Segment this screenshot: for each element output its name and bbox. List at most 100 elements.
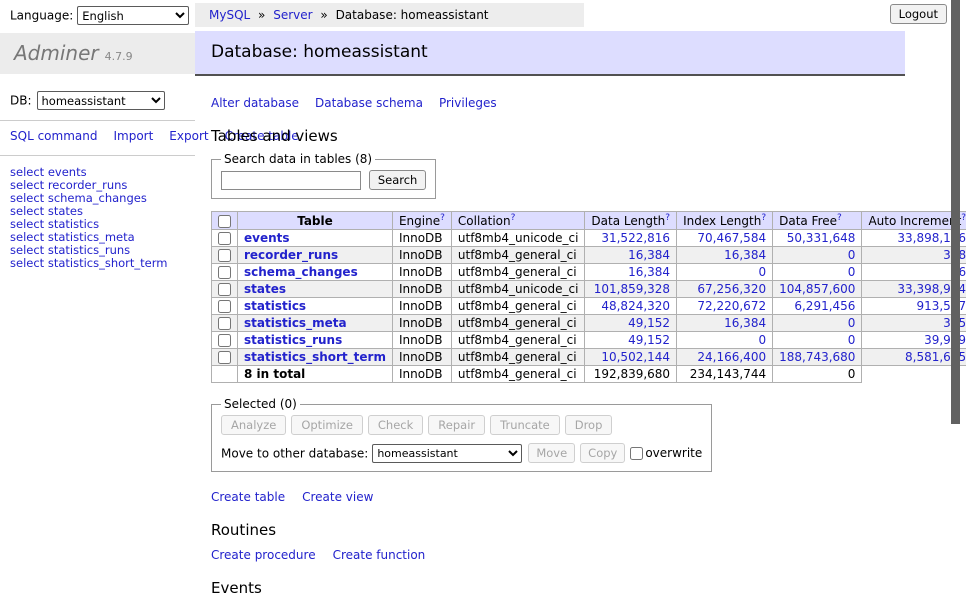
table-link[interactable]: states [244, 282, 286, 296]
cell-table-name: states [238, 281, 393, 298]
collation-help-icon[interactable]: ? [511, 213, 516, 223]
create-links: Create table Create view [211, 490, 905, 504]
breadcrumb-mysql-link[interactable]: MySQL [209, 8, 250, 22]
cell-data-free: 0 [773, 247, 862, 264]
data-free-link[interactable]: 50,331,648 [787, 231, 856, 245]
routine-links: Create procedure Create function [211, 548, 905, 562]
search-button[interactable]: Search [369, 170, 427, 190]
row-checkbox[interactable] [218, 232, 231, 245]
data-free-link[interactable]: 6,291,456 [794, 299, 855, 313]
cell-engine: InnoDB [392, 247, 451, 264]
table-link[interactable]: statistics_short_term [244, 350, 386, 364]
data-length-link[interactable]: 16,384 [628, 248, 670, 262]
table-link[interactable]: statistics_runs [244, 333, 342, 347]
index-length-link[interactable]: 24,166,400 [697, 350, 766, 364]
copy-button[interactable]: Copy [580, 443, 625, 463]
table-link[interactable]: statistics [244, 299, 306, 313]
data-free-help-icon[interactable]: ? [837, 213, 842, 223]
table-link[interactable]: statistics_meta [244, 316, 347, 330]
cell-engine: InnoDB [392, 230, 451, 247]
language-select[interactable]: English [77, 6, 189, 25]
index-length-link[interactable]: 16,384 [724, 316, 766, 330]
data-length-help-icon[interactable]: ? [665, 213, 670, 223]
index-length-link[interactable]: 16,384 [724, 248, 766, 262]
cell-data-length: 31,522,816 [585, 230, 677, 247]
breadcrumb-server-link[interactable]: Server [273, 8, 312, 22]
row-checkbox[interactable] [218, 317, 231, 330]
optimize-button[interactable]: Optimize [291, 415, 363, 435]
data-free-link[interactable]: 0 [848, 333, 856, 347]
create-procedure-link[interactable]: Create procedure [211, 548, 316, 562]
check-button[interactable]: Check [368, 415, 423, 435]
move-db-select[interactable]: homeassistant [372, 444, 522, 463]
data-length-link[interactable]: 10,502,144 [601, 350, 670, 364]
database-schema-link[interactable]: Database schema [315, 96, 423, 110]
sidebar-link-sql-command[interactable]: SQL command [10, 129, 97, 143]
repair-button[interactable]: Repair [428, 415, 485, 435]
drop-button[interactable]: Drop [565, 415, 613, 435]
cell-data-length: 16,384 [585, 247, 677, 264]
data-length-link[interactable]: 49,152 [628, 333, 670, 347]
index-length-help-icon[interactable]: ? [761, 213, 766, 223]
data-length-link[interactable]: 31,522,816 [601, 231, 670, 245]
select-all-checkbox[interactable] [218, 215, 231, 228]
data-length-link[interactable]: 49,152 [628, 316, 670, 330]
index-length-link[interactable]: 72,220,672 [697, 299, 766, 313]
row-checkbox[interactable] [218, 283, 231, 296]
search-input[interactable] [221, 171, 361, 190]
table-row: statistics_short_termInnoDButf8mb4_gener… [212, 349, 966, 366]
data-length-link[interactable]: 48,824,320 [601, 299, 670, 313]
row-checkbox[interactable] [218, 266, 231, 279]
move-button[interactable]: Move [528, 443, 575, 463]
analyze-button[interactable]: Analyze [221, 415, 286, 435]
create-table-link[interactable]: Create table [211, 490, 285, 504]
engine-help-icon[interactable]: ? [440, 213, 445, 223]
breadcrumb: MySQL » Server » Database: homeassistant [195, 3, 584, 27]
col-data-free: Data Free? [773, 212, 862, 230]
data-free-link[interactable]: 0 [848, 265, 856, 279]
cell-engine: InnoDB [392, 349, 451, 366]
alter-database-link[interactable]: Alter database [211, 96, 299, 110]
cell-index-length: 16,384 [677, 247, 773, 264]
create-view-link[interactable]: Create view [302, 490, 373, 504]
data-length-link[interactable]: 16,384 [628, 265, 670, 279]
database-action-links: Alter database Database schema Privileges [211, 96, 905, 110]
index-length-link[interactable]: 0 [758, 265, 766, 279]
sidebar-select-link[interactable]: select statistics_short_term [10, 257, 185, 270]
logout-button[interactable]: Logout [890, 4, 947, 24]
create-function-link[interactable]: Create function [333, 548, 426, 562]
table-row: schema_changesInnoDButf8mb4_general_ci16… [212, 264, 966, 281]
table-link[interactable]: recorder_runs [244, 248, 338, 262]
db-select[interactable]: homeassistant [37, 91, 165, 110]
cell-engine: InnoDB [392, 298, 451, 315]
sidebar-link-import[interactable]: Import [113, 129, 153, 143]
cell-collation: utf8mb4_general_ci [451, 264, 585, 281]
data-free-link[interactable]: 188,743,680 [779, 350, 855, 364]
data-free-link[interactable]: 104,857,600 [779, 282, 855, 296]
row-checkbox[interactable] [218, 351, 231, 364]
table-link[interactable]: schema_changes [244, 265, 358, 279]
index-length-link[interactable]: 70,467,584 [697, 231, 766, 245]
auto-increment-help-icon[interactable]: ? [961, 213, 966, 223]
overwrite-checkbox[interactable] [630, 447, 643, 460]
row-checkbox[interactable] [218, 300, 231, 313]
privileges-link[interactable]: Privileges [439, 96, 497, 110]
total-label: 8 in total [238, 366, 393, 383]
truncate-button[interactable]: Truncate [490, 415, 560, 435]
table-link[interactable]: events [244, 231, 290, 245]
scrollbar-thumb[interactable] [951, 0, 960, 424]
page-title: Database: homeassistant [195, 31, 905, 76]
cell-data-length: 49,152 [585, 332, 677, 349]
row-checkbox[interactable] [218, 334, 231, 347]
index-length-link[interactable]: 0 [758, 333, 766, 347]
sidebar-actions: SQL commandImportExportCreate table [10, 128, 185, 145]
vertical-scrollbar[interactable] [951, 0, 960, 543]
total-data-free: 0 [773, 366, 862, 383]
data-free-link[interactable]: 0 [848, 316, 856, 330]
select-all-cell [212, 212, 238, 230]
data-free-link[interactable]: 0 [848, 248, 856, 262]
row-checkbox-cell [212, 281, 238, 298]
data-length-link[interactable]: 101,859,328 [594, 282, 670, 296]
index-length-link[interactable]: 67,256,320 [697, 282, 766, 296]
row-checkbox[interactable] [218, 249, 231, 262]
